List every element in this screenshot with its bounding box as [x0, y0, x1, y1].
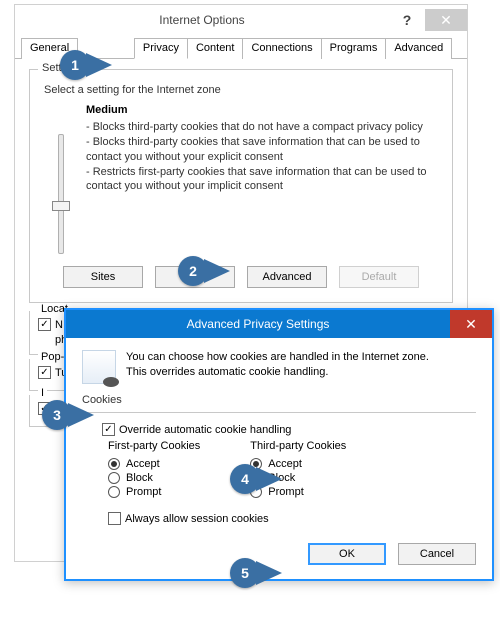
location-check-label: N — [55, 319, 63, 331]
first-block-radio[interactable]: Block — [108, 472, 200, 484]
help-button[interactable]: ? — [389, 12, 425, 28]
titlebar: Internet Options ? ✕ — [15, 5, 467, 35]
first-party-heading: First-party Cookies — [108, 440, 200, 452]
tab-programs[interactable]: Programs — [321, 38, 387, 59]
privacy-bullet-2: - Blocks third-party cookies that save i… — [86, 135, 442, 165]
privacy-level: Medium — [86, 104, 442, 116]
override-label: Override automatic cookie handling — [119, 424, 291, 436]
first-prompt-radio[interactable]: Prompt — [108, 486, 200, 498]
session-cookies-checkbox[interactable] — [108, 512, 121, 525]
override-checkbox[interactable]: ✓ — [102, 423, 115, 436]
privacy-bullet-1: - Blocks third-party cookies that do not… — [86, 120, 442, 135]
ok-button[interactable]: OK — [308, 543, 386, 565]
tab-privacy[interactable]: Privacy — [134, 38, 188, 59]
callout-1: 1 — [60, 50, 112, 80]
settings-group: Settings Select a setting for the Intern… — [29, 69, 453, 303]
callout-4: 4 — [230, 464, 282, 494]
slider-thumb[interactable] — [52, 201, 70, 211]
inprivate-legend: I — [38, 387, 47, 399]
location-checkbox[interactable]: ✓ — [38, 318, 51, 331]
first-accept-radio[interactable]: Accept — [108, 458, 200, 470]
callout-5: 5 — [230, 558, 282, 588]
tab-content[interactable]: Content — [187, 38, 244, 59]
privacy-icon — [82, 350, 116, 384]
cancel-button[interactable]: Cancel — [398, 543, 476, 565]
close-button[interactable]: ✕ — [425, 9, 467, 31]
default-button: Default — [339, 266, 419, 288]
sites-button[interactable]: Sites — [63, 266, 143, 288]
privacy-slider[interactable] — [58, 134, 64, 254]
advanced-button[interactable]: Advanced — [247, 266, 327, 288]
modal-intro: You can choose how cookies are handled i… — [126, 350, 429, 380]
tab-advanced[interactable]: Advanced — [385, 38, 452, 59]
privacy-bullet-3: - Restricts first-party cookies that sav… — [86, 165, 442, 195]
third-party-heading: Third-party Cookies — [250, 440, 346, 452]
modal-close-button[interactable]: ✕ — [450, 310, 492, 338]
tab-connections[interactable]: Connections — [242, 38, 321, 59]
cookies-legend: Cookies — [82, 394, 476, 406]
session-cookies-label: Always allow session cookies — [125, 513, 269, 525]
modal-titlebar: Advanced Privacy Settings ✕ — [66, 310, 492, 338]
modal-title: Advanced Privacy Settings — [66, 317, 450, 331]
settings-subtitle: Select a setting for the Internet zone — [44, 84, 442, 96]
advanced-privacy-modal: Advanced Privacy Settings ✕ You can choo… — [64, 308, 494, 581]
first-party-column: First-party Cookies Accept Block Prompt — [108, 440, 200, 500]
window-title: Internet Options — [15, 13, 389, 27]
popup-checkbox[interactable]: ✓ — [38, 366, 51, 379]
callout-2: 2 — [178, 256, 230, 286]
callout-3: 3 — [42, 400, 94, 430]
